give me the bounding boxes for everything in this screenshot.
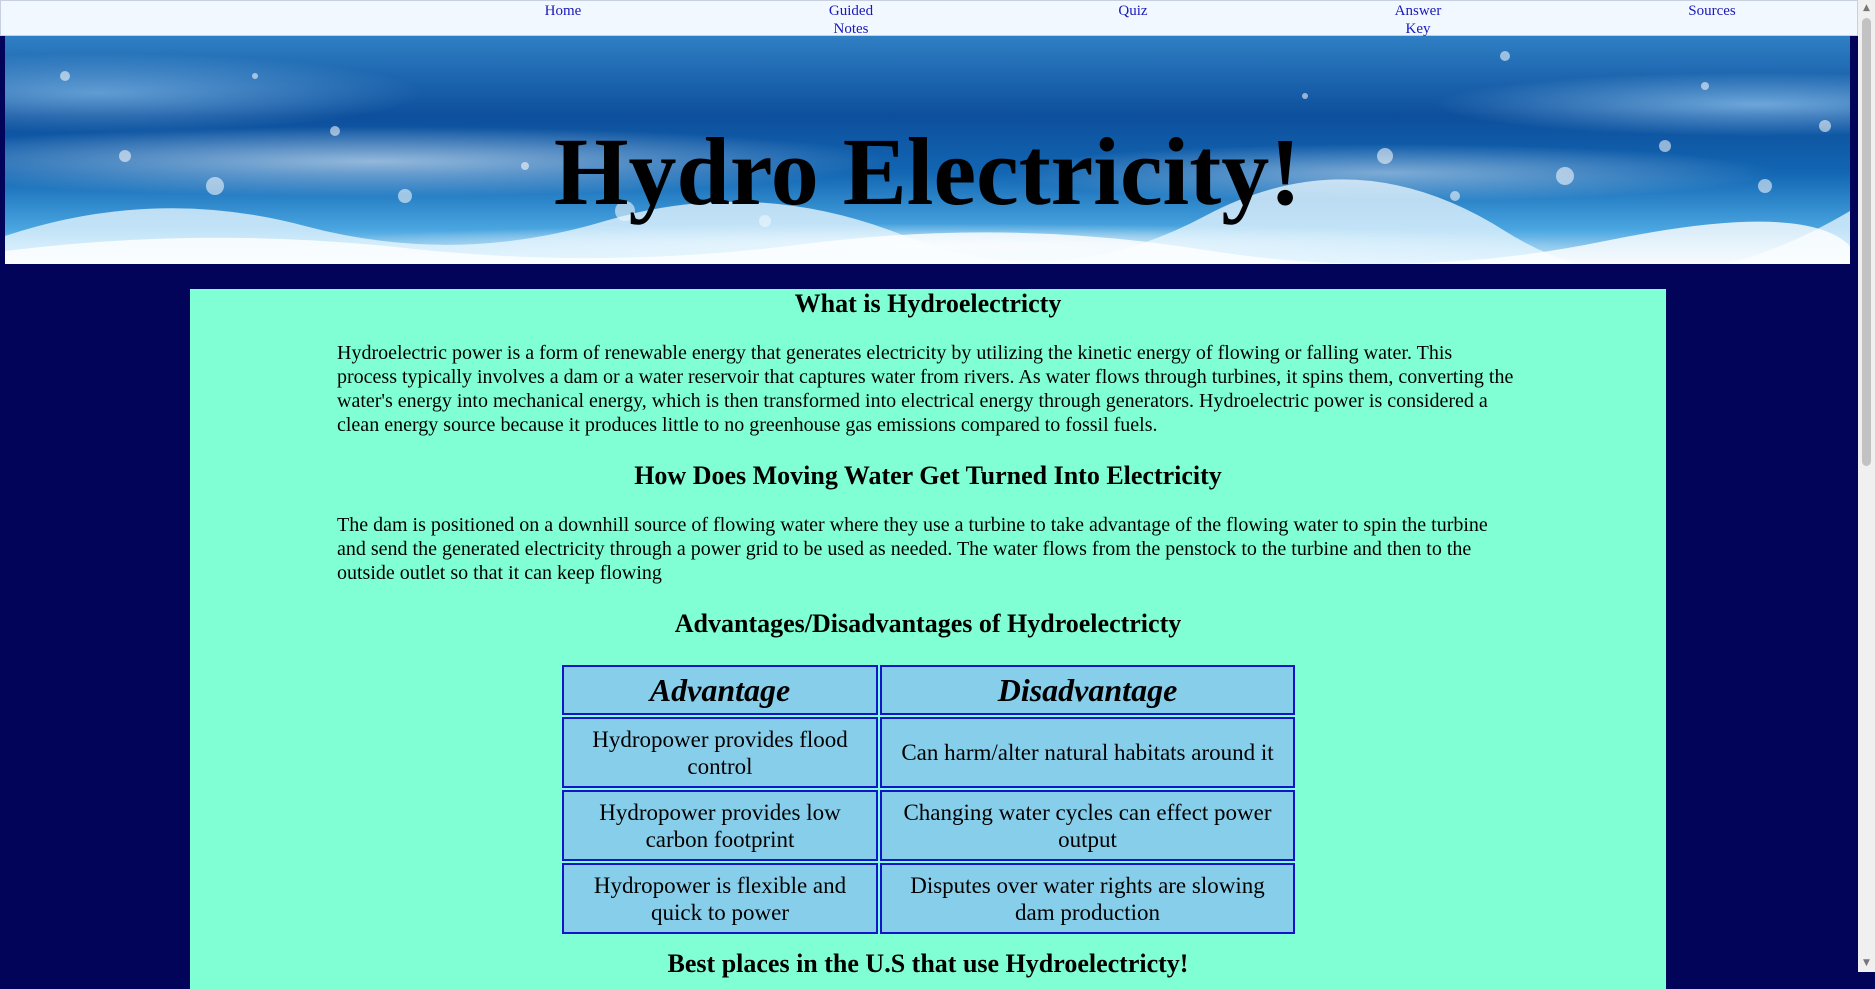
nav-link-quiz[interactable]: Quiz — [1093, 2, 1173, 20]
nav-link-home[interactable]: Home — [523, 2, 603, 20]
page-title: Hydro Electricity! — [553, 118, 1302, 225]
section-body-what: Hydroelectric power is a form of renewab… — [337, 342, 1514, 436]
water-banner: Hydro Electricity! — [5, 36, 1850, 264]
table-cell: Changing water cycles can effect power o… — [880, 790, 1295, 861]
table-header-row: Advantage Disadvantage — [562, 665, 1295, 715]
nav-link-sources[interactable]: Sources — [1672, 2, 1752, 20]
table-cell: Disputes over water rights are slowing d… — [880, 863, 1295, 934]
section-body-how: The dam is positioned on a downhill sour… — [337, 514, 1488, 584]
table-row: Hydropower is flexible and quick to powe… — [562, 863, 1295, 934]
scroll-thumb[interactable] — [1862, 18, 1871, 466]
top-nav: Home Guided Notes Quiz Answer Key Source… — [0, 0, 1858, 38]
table-row: Hydropower provides flood control Can ha… — [562, 717, 1295, 788]
table-cell: Hydropower provides low carbon footprint — [562, 790, 878, 861]
section-heading-best: Best places in the U.S that use Hydroele… — [667, 949, 1189, 978]
vertical-scrollbar[interactable]: ▲ ▼ — [1858, 0, 1875, 972]
table-row: Hydropower provides low carbon footprint… — [562, 790, 1295, 861]
table-cell: Hydropower is flexible and quick to powe… — [562, 863, 878, 934]
section-heading-what: What is Hydroelectricty — [794, 289, 1062, 318]
header-disadvantage: Disadvantage — [880, 665, 1295, 715]
table-cell: Hydropower provides flood control — [562, 717, 878, 788]
main-content: What is Hydroelectricty Hydroelectric po… — [190, 289, 1666, 989]
nav-link-guided-notes[interactable]: Guided Notes — [811, 2, 891, 38]
scroll-up-icon[interactable]: ▲ — [1858, 0, 1875, 17]
header-advantage: Advantage — [562, 665, 878, 715]
section-heading-advdis: Advantages/Disadvantages of Hydroelectri… — [674, 609, 1182, 638]
section-heading-how: How Does Moving Water Get Turned Into El… — [634, 461, 1222, 490]
nav-link-answer-key[interactable]: Answer Key — [1378, 2, 1458, 38]
scroll-down-icon[interactable]: ▼ — [1858, 955, 1875, 972]
advantages-table: Advantage Disadvantage Hydropower provid… — [560, 663, 1297, 936]
table-cell: Can harm/alter natural habitats around i… — [880, 717, 1295, 788]
